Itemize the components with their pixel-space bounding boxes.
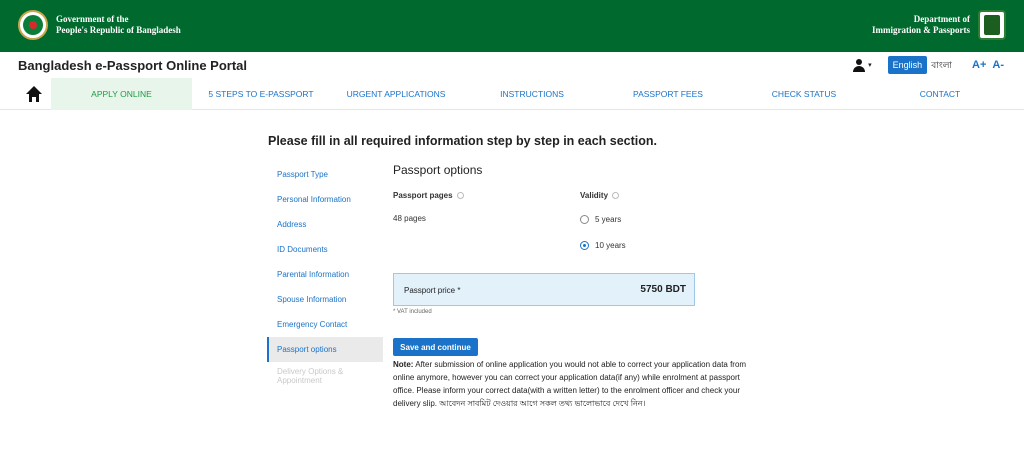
government-banner: Government of the People's Republic of B… — [0, 0, 1024, 52]
nav-instructions[interactable]: Instructions — [482, 78, 582, 110]
language-english-button[interactable]: English — [887, 56, 928, 74]
section-title: Passport options — [393, 163, 483, 177]
main-navigation: Apply Online 5 Steps to e-Passport Urgen… — [0, 78, 1024, 110]
government-name: Government of the People's Republic of B… — [56, 14, 181, 36]
sidebar-item-spouse-information[interactable]: Spouse Information — [267, 287, 383, 312]
sidebar-item-passport-options[interactable]: Passport options — [267, 337, 383, 362]
font-increase-button[interactable]: A+ — [972, 59, 986, 71]
validity-option-label: 5 years — [595, 215, 622, 224]
vat-note: * VAT included — [393, 309, 432, 315]
nav-urgent-applications[interactable]: Urgent Applications — [336, 78, 456, 110]
validity-option-5-years[interactable]: 5 years — [580, 215, 621, 224]
radio-5-years[interactable] — [580, 215, 589, 224]
sidebar-item-passport-type[interactable]: Passport Type — [267, 162, 383, 187]
department-name: Department of Immigration & Passports — [872, 14, 970, 36]
language-bangla-button[interactable]: বাংলা — [931, 58, 952, 73]
government-line-1: Government of the — [56, 14, 129, 24]
sidebar-item-delivery-options: Delivery Options & Appointment — [277, 367, 344, 385]
page-instruction: Please fill in all required information … — [268, 134, 657, 148]
sidebar-item-emergency-contact[interactable]: Emergency Contact — [267, 312, 383, 337]
government-branding: Government of the People's Republic of B… — [18, 10, 181, 40]
passport-price-box: Passport price * 5750 BDT — [393, 273, 695, 306]
validity-option-label: 10 years — [595, 241, 626, 250]
note-text: After submission of online application y… — [393, 360, 747, 408]
nav-contact[interactable]: Contact — [900, 78, 980, 110]
header-tools: ▾ English বাংলা A+ A- — [852, 56, 1004, 74]
application-steps-sidebar: Passport Type Personal Information Addre… — [267, 162, 383, 387]
passport-pages-value: 48 pages — [393, 214, 426, 223]
department-line-1: Department of — [913, 14, 970, 24]
sidebar-item-address[interactable]: Address — [267, 212, 383, 237]
portal-title: Bangladesh e-Passport Online Portal — [18, 58, 247, 73]
department-branding: Department of Immigration & Passports — [872, 10, 1006, 40]
passport-pages-label-text: Passport pages — [393, 191, 453, 200]
bangladesh-emblem-icon — [18, 10, 48, 40]
note-label: Note: — [393, 360, 414, 369]
passport-price-value: 5750 BDT — [640, 284, 686, 295]
nav-check-status[interactable]: Check Status — [754, 78, 854, 110]
radio-10-years[interactable] — [580, 241, 589, 250]
font-decrease-button[interactable]: A- — [992, 59, 1004, 71]
sidebar-item-personal-information[interactable]: Personal Information — [267, 187, 383, 212]
sidebar-item-id-documents[interactable]: ID Documents — [267, 237, 383, 262]
user-menu-caret[interactable]: ▾ — [868, 61, 872, 69]
nav-passport-fees[interactable]: Passport Fees — [618, 78, 718, 110]
user-icon[interactable] — [852, 58, 866, 72]
sidebar-item-parental-information[interactable]: Parental Information — [267, 262, 383, 287]
department-line-2: Immigration & Passports — [872, 25, 970, 35]
help-icon[interactable] — [456, 192, 464, 200]
save-and-continue-button[interactable]: Save and continue — [393, 338, 478, 356]
department-logo-icon — [978, 10, 1006, 40]
government-line-2: People's Republic of Bangladesh — [56, 25, 181, 35]
validity-option-10-years[interactable]: 10 years — [580, 241, 626, 250]
submission-note: Note: After submission of online applica… — [393, 358, 755, 410]
validity-label: Validity — [580, 191, 620, 200]
passport-price-label: Passport price * — [404, 286, 461, 295]
nav-apply-online[interactable]: Apply Online — [51, 78, 192, 110]
passport-pages-label: Passport pages — [393, 191, 464, 200]
validity-label-text: Validity — [580, 191, 609, 200]
help-icon[interactable] — [612, 192, 620, 200]
home-icon[interactable] — [26, 86, 42, 102]
nav-5-steps[interactable]: 5 Steps to e-Passport — [196, 78, 326, 110]
